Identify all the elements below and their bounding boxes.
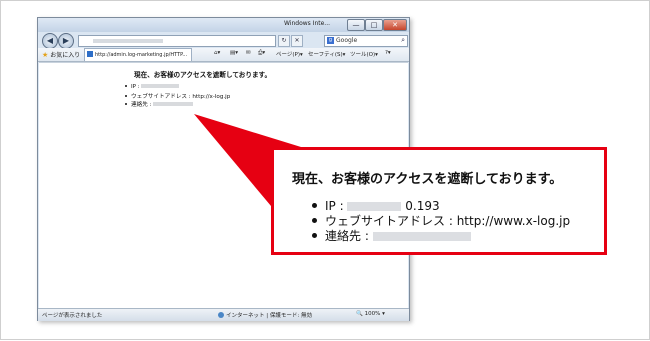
redacted-ip-detail [347,202,402,211]
callout-ip: IP : 0.193 [312,199,440,213]
callout-contact: 連絡先 : [312,229,471,243]
zoom-callout: 現在、お客様のアクセスを遮断しております。 IP : 0.193 ウェブサイトア… [271,147,607,255]
screenshot-frame: Windows Inte... — □ ✕ ◀ ▶ ↻ ✕ g Google ⌕… [0,0,650,340]
callout-title: 現在、お客様のアクセスを遮断しております。 [292,172,563,187]
redacted-contact-detail [372,232,471,241]
callout-website: ウェブサイトアドレス : http://www.x-log.jp [312,214,570,228]
